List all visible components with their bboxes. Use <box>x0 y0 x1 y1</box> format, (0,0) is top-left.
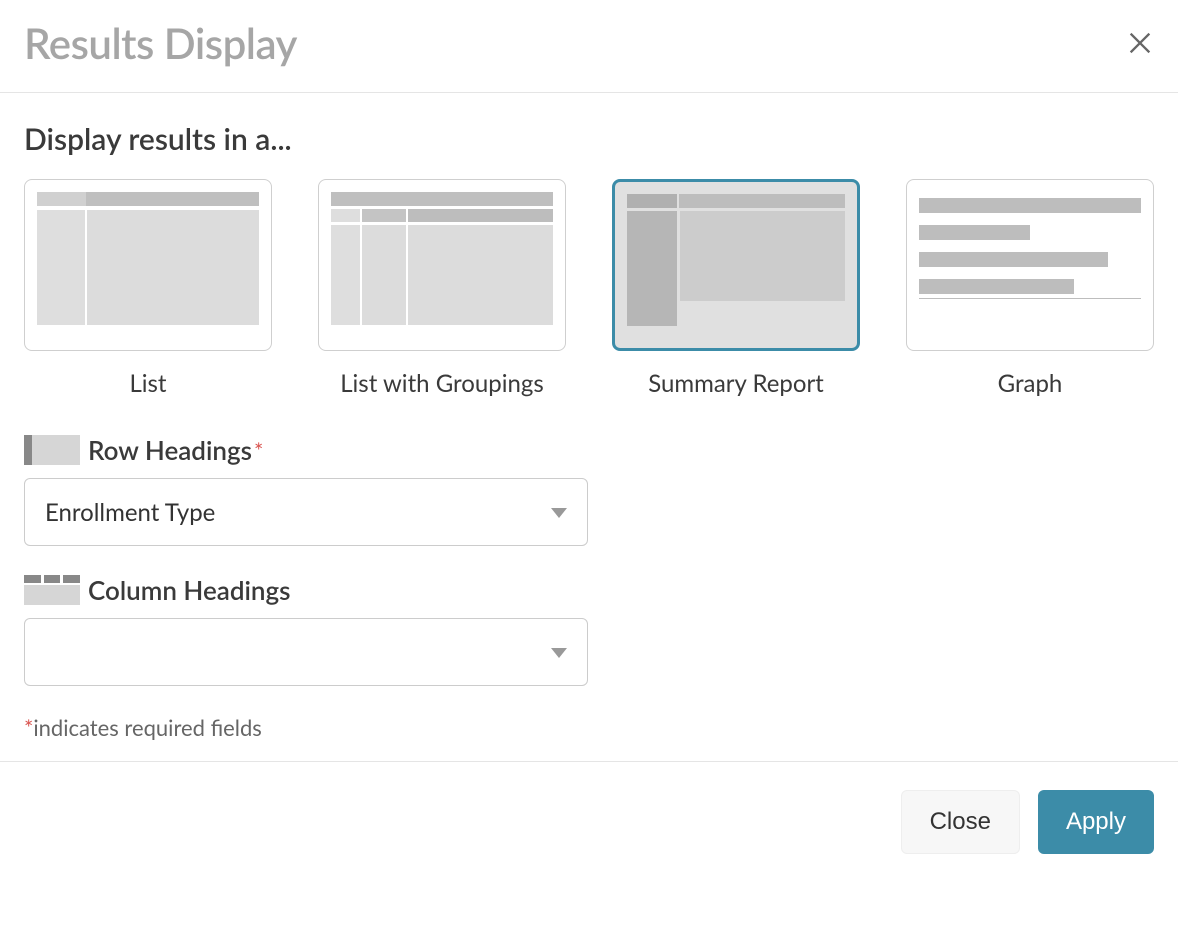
row-headings-value: Enrollment Type <box>45 498 215 527</box>
row-headings-select[interactable]: Enrollment Type <box>24 478 588 546</box>
display-type-options: List List with Groupings <box>24 179 1154 398</box>
option-graph[interactable]: Graph <box>906 179 1154 398</box>
chevron-down-icon <box>551 504 567 521</box>
modal-title: Results Display <box>24 18 297 68</box>
option-list-groupings-label: List with Groupings <box>340 369 544 398</box>
column-headings-icon <box>24 575 80 605</box>
option-summary-report[interactable]: Summary Report <box>612 179 860 398</box>
modal-header: Results Display <box>0 0 1178 93</box>
close-button[interactable]: Close <box>901 790 1020 854</box>
option-graph-label: Graph <box>998 369 1063 398</box>
chevron-down-icon <box>551 644 567 661</box>
display-results-label: Display results in a... <box>24 121 1154 157</box>
option-summary-label: Summary Report <box>648 369 824 398</box>
close-icon[interactable] <box>1126 29 1154 57</box>
option-list[interactable]: List <box>24 179 272 398</box>
column-headings-group: Column Headings <box>24 574 1154 686</box>
results-display-modal: Results Display Display results in a... <box>0 0 1178 882</box>
option-list-with-groupings[interactable]: List with Groupings <box>318 179 566 398</box>
row-headings-icon <box>24 435 80 465</box>
column-headings-select[interactable] <box>24 618 588 686</box>
modal-body: Display results in a... List <box>0 93 1178 761</box>
row-headings-group: Row Headings * Enrollment Type <box>24 434 1154 546</box>
modal-footer: Close Apply <box>0 761 1178 882</box>
option-list-label: List <box>129 369 166 398</box>
option-graph-thumbnail <box>906 179 1154 351</box>
required-mark: * <box>254 437 263 464</box>
option-list-thumbnail <box>24 179 272 351</box>
option-summary-thumbnail <box>612 179 860 351</box>
column-headings-label: Column Headings <box>88 574 291 606</box>
required-footnote: *indicates required fields <box>24 714 1154 741</box>
option-list-groupings-thumbnail <box>318 179 566 351</box>
apply-button[interactable]: Apply <box>1038 790 1154 854</box>
row-headings-label: Row Headings <box>88 434 252 466</box>
